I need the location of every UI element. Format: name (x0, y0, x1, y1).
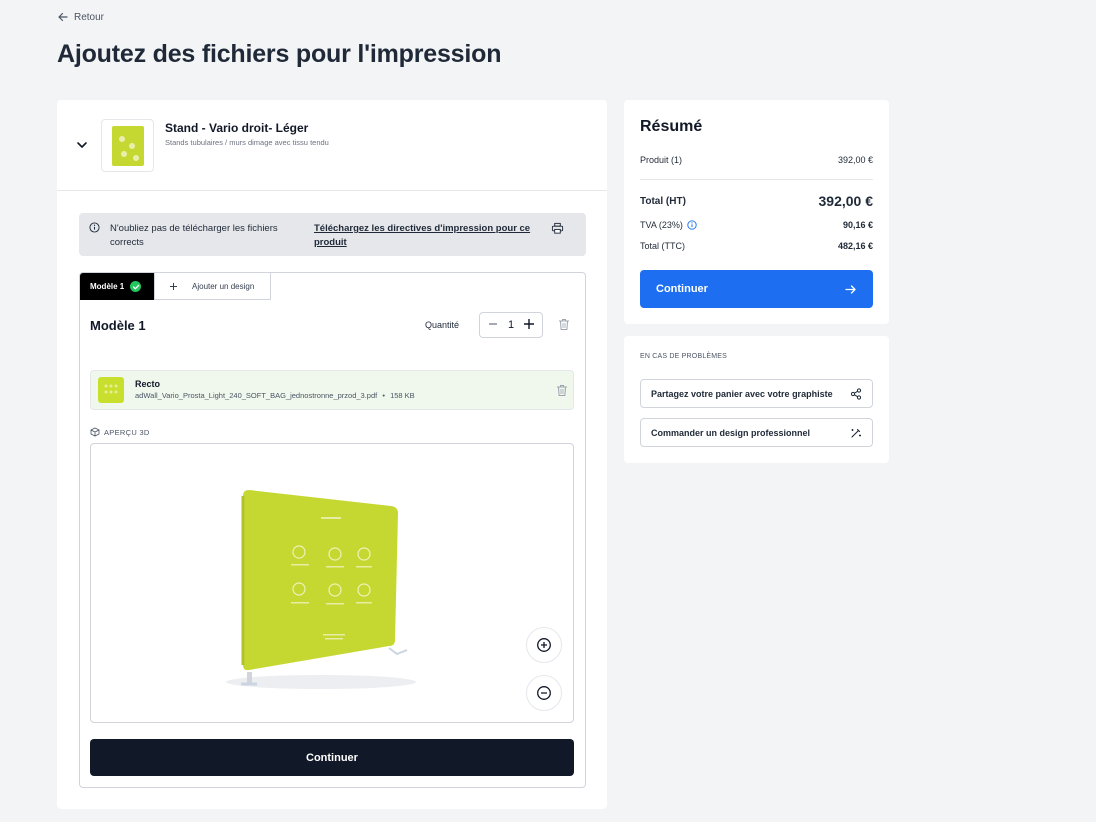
quantity-value[interactable]: 1 (508, 319, 514, 331)
continue-button[interactable]: Continuer (90, 739, 574, 776)
minus-icon (489, 323, 497, 325)
notice-text: N'oubliez pas de télécharger les fichier… (110, 223, 278, 248)
product-thumbnail (101, 119, 154, 172)
product-subtotal-row: Produit (1) 392,00 € (640, 155, 873, 165)
order-design-button[interactable]: Commander un design professionnel (640, 418, 873, 447)
summary-continue-button[interactable]: Continuer (640, 270, 873, 308)
preview-3d-viewer[interactable] (90, 443, 574, 723)
zoom-in-button[interactable] (526, 627, 562, 663)
tva-label: TVA (23%) (640, 220, 683, 230)
preview-3d-label: APERÇU 3D (104, 427, 150, 437)
product-subtotal-value: 392,00 € (837, 155, 873, 165)
order-design-label: Commander un design professionnel (651, 427, 811, 438)
tab-model-1[interactable]: Modèle 1 (80, 273, 154, 300)
zoom-out-icon (537, 686, 551, 700)
delete-file-icon[interactable] (556, 384, 568, 397)
summary-title: Résumé (640, 118, 703, 135)
product-subtitle: Stands tubulaires / murs dimage avec tis… (165, 138, 329, 147)
quantity-stepper: 1 (479, 312, 543, 338)
product-name: Stand - Vario droit- Léger (165, 121, 309, 135)
product-card: Stand - Vario droit- Léger Stands tubula… (57, 100, 607, 809)
decrement-button[interactable] (486, 318, 500, 332)
chevron-down-icon[interactable] (75, 138, 89, 152)
share-icon (850, 387, 862, 400)
add-design-label: Ajouter un design (192, 281, 255, 291)
quantity-label: Quantité (425, 320, 460, 330)
total-ht-row: Total (HT) 392,00 € (640, 193, 873, 209)
total-ttc-label: Total (TTC) (640, 241, 685, 251)
file-side: Recto (135, 379, 161, 389)
plus-icon (524, 319, 534, 329)
product-header: Stand - Vario droit- Léger Stands tubula… (57, 100, 607, 191)
back-link[interactable]: Retour (57, 11, 104, 23)
summary-divider (640, 179, 873, 180)
increment-button[interactable] (522, 318, 536, 332)
plus-icon (170, 282, 177, 290)
share-cart-button[interactable]: Partagez votre panier avec votre graphis… (640, 379, 873, 408)
stand-3d-model (226, 490, 416, 689)
file-meta: adWall_Vario_Prosta_Light_240_SOFT_BAG_j… (135, 391, 415, 400)
info-icon[interactable] (687, 220, 697, 230)
zoom-out-button[interactable] (526, 675, 562, 711)
summary-continue-label: Continuer (656, 283, 708, 295)
total-ht-value: 392,00 € (818, 193, 874, 209)
file-size: 158 KB (390, 391, 415, 400)
arrow-right-icon (845, 284, 856, 294)
help-card: EN CAS DE PROBLÈMES Partagez votre panie… (624, 336, 889, 463)
add-design-tab[interactable]: Ajouter un design (154, 273, 271, 300)
total-ttc-value: 482,16 € (837, 241, 873, 251)
file-separator: • (382, 391, 385, 400)
tab-model-1-label: Modèle 1 (90, 282, 125, 291)
tva-row: TVA (23%) 90,16 € (640, 220, 873, 230)
preview-3d-heading: APERÇU 3D (90, 427, 150, 437)
file-thumbnail (98, 377, 124, 403)
zoom-in-icon (537, 638, 551, 652)
help-title: EN CAS DE PROBLÈMES (640, 353, 728, 360)
design-panel: Modèle 1 Ajouter un design Modèle 1 Quan… (79, 272, 586, 788)
tva-value: 90,16 € (842, 220, 873, 230)
printer-icon[interactable] (551, 222, 564, 235)
share-cart-label: Partagez votre panier avec votre graphis… (651, 388, 833, 399)
print-notice: N'oubliez pas de télécharger les fichier… (79, 213, 586, 256)
arrow-left-icon (58, 12, 68, 22)
delete-design-icon[interactable] (558, 318, 570, 331)
total-ht-label: Total (HT) (640, 195, 686, 207)
check-icon (130, 281, 142, 292)
info-icon (89, 222, 100, 233)
model-title: Modèle 1 (90, 318, 146, 333)
page-title: Ajoutez des fichiers pour l'impression (57, 40, 502, 68)
total-ttc-row: Total (TTC) 482,16 € (640, 241, 873, 251)
summary-card: Résumé Produit (1) 392,00 € Total (HT) 3… (624, 100, 889, 324)
magic-wand-icon (851, 428, 861, 438)
file-row: Recto adWall_Vario_Prosta_Light_240_SOFT… (90, 370, 574, 410)
back-label: Retour (74, 11, 105, 23)
print-guidelines-link[interactable]: Téléchargez les directives d'impression … (314, 222, 539, 250)
file-name: adWall_Vario_Prosta_Light_240_SOFT_BAG_j… (135, 391, 378, 400)
product-subtotal-label: Produit (1) (640, 155, 683, 165)
cube-icon (90, 427, 100, 437)
